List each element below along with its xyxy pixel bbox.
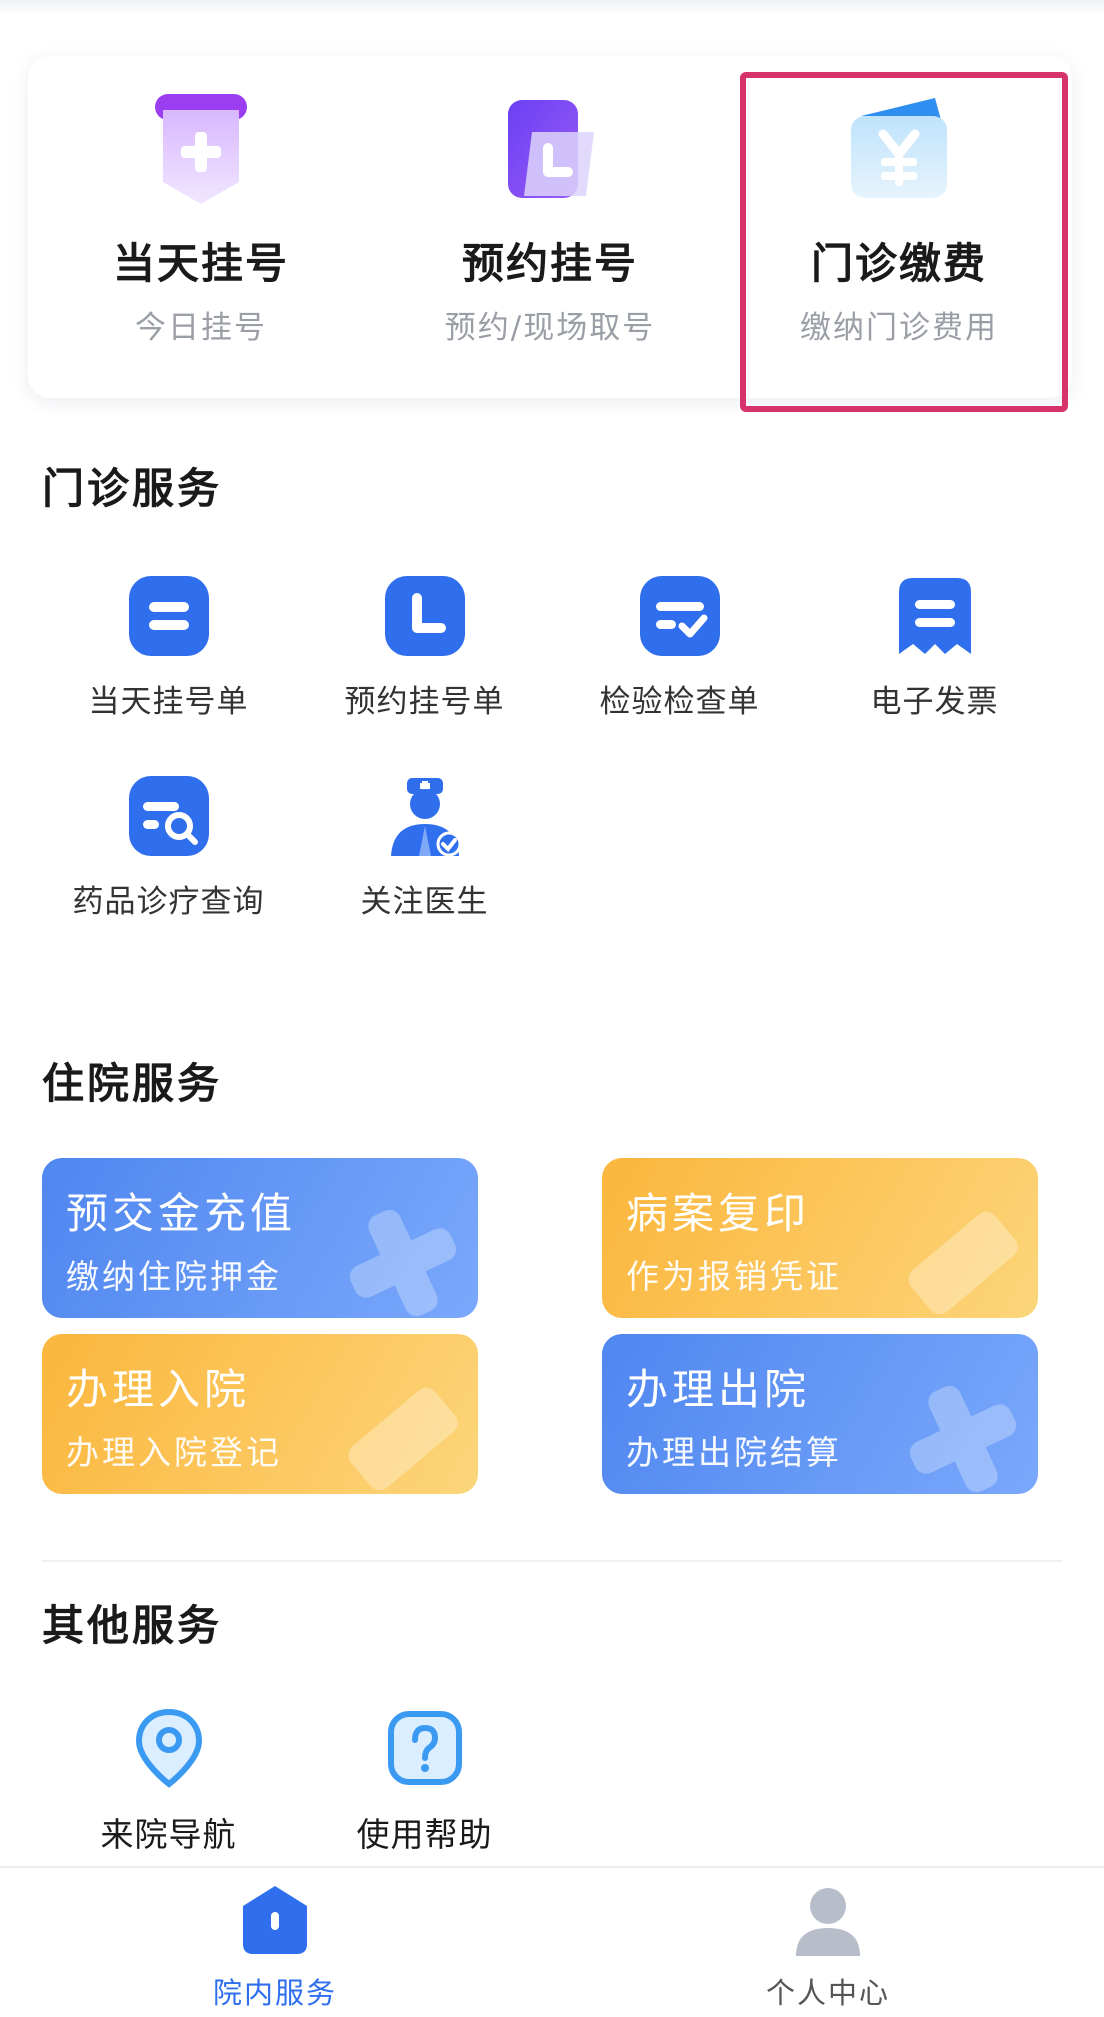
tile-title: 办理出院 (626, 1365, 811, 1414)
nav-label: 院内服务 (212, 1976, 337, 2010)
quick-subtitle: 预约/现场取号 (444, 310, 656, 346)
lab-exam-list-button[interactable]: 检验检查单 (552, 574, 807, 721)
appointment-register-button[interactable]: 预约挂号 预约/现场取号 (377, 56, 723, 398)
list-icon (128, 576, 209, 656)
service-label: 关注医生 (360, 884, 489, 920)
doctor-icon (390, 778, 461, 857)
outpatient-payment-button[interactable]: 门诊缴费 缴纳门诊费用 (726, 56, 1072, 398)
same-day-register-list-button[interactable]: 当天挂号单 (41, 574, 296, 721)
ticket-decor-icon (348, 1387, 458, 1491)
medical-record-copy-tile[interactable]: 病案复印 作为报销凭证 (602, 1158, 1038, 1318)
drug-treatment-query-button[interactable]: 药品诊疗查询 (41, 774, 296, 921)
quick-title: 当天挂号 (112, 239, 289, 288)
section-title-inpatient: 住院服务 (42, 1059, 223, 1108)
hospital-navigation-button[interactable]: 来院导航 (41, 1706, 296, 1856)
admission-tile[interactable]: 办理入院 办理入院登记 (42, 1334, 478, 1494)
tile-subtitle: 作为报销凭证 (626, 1257, 842, 1296)
service-label: 使用帮助 (356, 1815, 493, 1854)
service-label: 当天挂号单 (88, 684, 249, 720)
top-shadow (0, 0, 1104, 14)
tile-title: 办理入院 (66, 1365, 251, 1414)
tile-subtitle: 办理出院结算 (626, 1433, 842, 1472)
cross-decor-icon (909, 1385, 1017, 1493)
quick-subtitle: 缴纳门诊费用 (800, 310, 998, 346)
section-title-other: 其他服务 (42, 1601, 223, 1650)
quick-title: 门诊缴费 (810, 239, 987, 288)
prepayment-recharge-tile[interactable]: 预交金充值 缴纳住院押金 (42, 1158, 478, 1318)
plus-calendar-icon (155, 94, 247, 204)
tile-subtitle: 缴纳住院押金 (66, 1257, 282, 1296)
same-day-register-button[interactable]: 当天挂号 今日挂号 (28, 56, 374, 398)
nav-tab-personal-center[interactable]: 个人中心 (708, 1882, 948, 2012)
question-icon (387, 1711, 462, 1785)
cross-decor-icon (349, 1209, 457, 1317)
clock-folder-icon (508, 100, 594, 198)
nav-tab-hospital-services[interactable]: 院内服务 (155, 1882, 395, 2012)
appointment-list-button[interactable]: 预约挂号单 (297, 574, 552, 721)
service-label: 药品诊疗查询 (72, 884, 265, 920)
section-divider (42, 1560, 1062, 1562)
tile-title: 病案复印 (626, 1189, 811, 1238)
section-title-outpatient: 门诊服务 (42, 464, 223, 513)
home-icon (243, 1886, 307, 1954)
quick-entry-card: 当天挂号 今日挂号 预约挂号 预约/现场取号 门诊缴费 缴纳门诊费用 (28, 56, 1072, 398)
location-pin-icon (135, 1708, 202, 1788)
tile-title: 预交金充值 (66, 1189, 297, 1238)
e-invoice-button[interactable]: 电子发票 (807, 574, 1062, 721)
follow-doctor-button[interactable]: 关注医生 (297, 774, 552, 921)
clock-icon (384, 576, 465, 656)
tile-subtitle: 办理入院登记 (66, 1433, 282, 1472)
service-label: 预约挂号单 (344, 684, 505, 720)
user-icon (796, 1888, 860, 1956)
nav-label: 个人中心 (765, 1976, 890, 2010)
service-label: 来院导航 (100, 1815, 237, 1854)
service-label: 电子发票 (870, 684, 999, 720)
bottom-navigation: 院内服务 个人中心 (0, 1866, 1104, 2017)
discharge-tile[interactable]: 办理出院 办理出院结算 (602, 1334, 1038, 1494)
yuan-wallet-icon (851, 98, 947, 198)
quick-subtitle: 今日挂号 (135, 310, 267, 346)
ticket-decor-icon (908, 1211, 1018, 1315)
checklist-icon (639, 576, 720, 656)
help-button[interactable]: 使用帮助 (297, 1706, 552, 1856)
invoice-icon (898, 578, 971, 654)
quick-title: 预约挂号 (461, 239, 638, 288)
service-label: 检验检查单 (599, 684, 760, 720)
search-doc-icon (128, 776, 209, 856)
